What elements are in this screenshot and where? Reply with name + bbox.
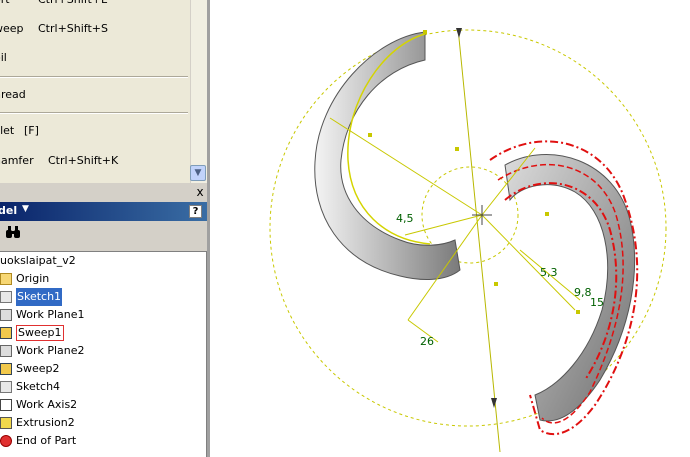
tree-item-label: End of Part (16, 434, 77, 447)
chevron-down-icon[interactable]: ▼ (22, 204, 29, 214)
extrusion-icon (0, 417, 12, 429)
dimension-label[interactable]: 26 (420, 335, 434, 348)
dimension-label[interactable]: 4,5 (396, 212, 414, 225)
tree-item-work-plane1[interactable]: Work Plane1 (0, 306, 200, 324)
tree-item-sweep1[interactable]: Sweep1 (0, 324, 200, 342)
model-browser-tree: uokslaipat_v2 Origin Sketch1 Work Plane1… (0, 251, 207, 457)
menu-item-label: hread (0, 88, 26, 101)
work-plane-icon (0, 309, 12, 321)
sketch-icon (0, 291, 12, 303)
model-canvas[interactable]: 4,5 5,3 9,8 15 26 (210, 0, 690, 457)
end-of-part-icon (0, 435, 12, 447)
menu-item-fillet[interactable]: illet [F] (0, 122, 188, 140)
menu-item-label: hamfer (0, 154, 34, 167)
sketch-icon (0, 381, 12, 393)
axis-arrow-icon (491, 398, 497, 408)
sketch-line (329, 117, 483, 216)
tree-item-origin[interactable]: Origin (0, 270, 200, 288)
sweep-icon (0, 327, 12, 339)
menu-item-shortcut: Ctrl+Shift+L (38, 0, 107, 9)
menu-scrollbar[interactable] (190, 0, 208, 183)
graphics-viewport[interactable]: 4,5 5,3 9,8 15 26 (210, 0, 690, 457)
menu-separator (0, 112, 188, 114)
menu-item-label: weep (0, 22, 24, 35)
tree-item-label: Sketch1 (16, 288, 63, 306)
axis-arrow-icon (456, 28, 462, 38)
dimension-label[interactable]: 9,8 (574, 286, 592, 299)
tree-item-sketch4[interactable]: Sketch4 (0, 378, 200, 396)
dimension-label[interactable]: 5,3 (540, 266, 558, 279)
browser-header[interactable]: del ▼ ? (0, 202, 209, 221)
tree-item-label: Origin (16, 272, 50, 285)
menu-item-label: ort (0, 0, 10, 9)
tree-item-label: Extrusion2 (16, 416, 75, 429)
work-axis-icon (0, 399, 12, 411)
menu-item-sweep[interactable]: weep Ctrl+Shift+S (0, 20, 188, 38)
left-panel: ort Ctrl+Shift+L weep Ctrl+Shift+S oil h… (0, 0, 209, 457)
folder-icon (0, 273, 12, 285)
tree-item-label: Sketch4 (16, 380, 61, 393)
sweep-icon (0, 363, 12, 375)
menu-item-shortcut: Ctrl+Shift+S (38, 22, 108, 35)
sweep-body-right (504, 153, 636, 422)
menu-item-shortcut: [F] (24, 124, 39, 137)
tree-item-label: Sweep1 (16, 325, 64, 341)
close-icon[interactable]: x (194, 186, 206, 198)
menu-item-loft[interactable]: ort Ctrl+Shift+L (0, 0, 188, 9)
features-menu: ort Ctrl+Shift+L weep Ctrl+Shift+S oil h… (0, 0, 191, 183)
tree-item-sweep2[interactable]: Sweep2 (0, 360, 200, 378)
menu-item-label: illet (0, 124, 15, 137)
dimension-label[interactable]: 15 (590, 296, 604, 309)
tree-item-work-axis2[interactable]: Work Axis2 (0, 396, 200, 414)
tree-item-label: Work Plane2 (16, 344, 85, 357)
help-icon[interactable]: ? (189, 205, 202, 218)
tree-item-end-of-part[interactable]: End of Part (0, 432, 200, 450)
menu-item-label: oil (0, 51, 7, 64)
menu-separator (0, 76, 188, 78)
work-plane-icon (0, 345, 12, 357)
tree-item-sketch1[interactable]: Sketch1 (0, 288, 200, 306)
tree-item-work-plane2[interactable]: Work Plane2 (0, 342, 200, 360)
menu-item-coil[interactable]: oil (0, 49, 188, 67)
tree-item-label: Work Plane1 (16, 308, 85, 321)
menu-item-thread[interactable]: hread (0, 86, 188, 104)
sketch-line (481, 214, 576, 311)
menu-item-chamfer[interactable]: hamfer Ctrl+Shift+K (0, 152, 188, 170)
tree-item-label: Sweep2 (16, 362, 60, 375)
tree-item-label: Work Axis2 (16, 398, 78, 411)
browser-title[interactable]: del (0, 204, 17, 217)
tree-item-label: uokslaipat_v2 (0, 254, 76, 267)
chevron-down-icon[interactable]: ▼ (190, 165, 206, 181)
panel-divider (0, 186, 209, 200)
sweep-body-left (314, 31, 461, 281)
menu-item-shortcut: Ctrl+Shift+K (48, 154, 119, 167)
tree-item-extrusion2[interactable]: Extrusion2 (0, 414, 200, 432)
binoculars-icon[interactable] (5, 225, 21, 243)
tree-item-part[interactable]: uokslaipat_v2 (0, 252, 200, 270)
